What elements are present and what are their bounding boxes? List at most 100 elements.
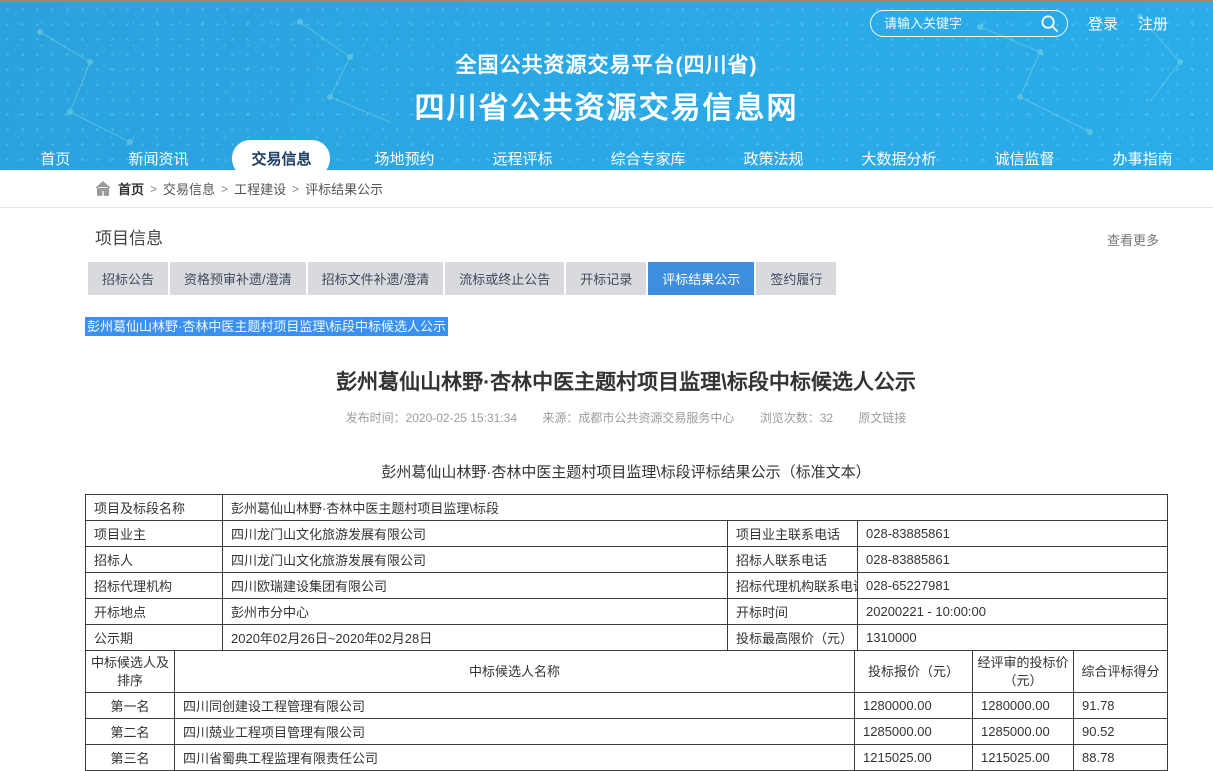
- publish-time: 发布时间：2020-02-25 15:31:34: [346, 411, 517, 425]
- section-header: 项目信息 查看更多: [85, 224, 1167, 249]
- source: 来源：成都市公共资源交易服务中心: [542, 411, 734, 425]
- header-cell-bid: 投标报价（元）: [855, 651, 973, 693]
- nav-item-integrity[interactable]: 诚信监督: [981, 140, 1069, 170]
- info-value-cell: 20200221 - 10:00:00: [858, 599, 1168, 625]
- main-content: 项目信息 查看更多 招标公告 资格预审补遗/澄清 招标文件补遗/澄清 流标或终止…: [85, 224, 1167, 771]
- breadcrumb-separator: >: [292, 182, 299, 196]
- platform-title: 全国公共资源交易平台(四川省): [0, 49, 1213, 79]
- info-value-cell: 2020年02月26日~2020年02月28日: [223, 625, 728, 651]
- tab-evaluation-result[interactable]: 评标结果公示: [648, 262, 754, 295]
- nav-item-news[interactable]: 新闻资讯: [114, 140, 202, 170]
- info-value-cell: 1310000: [858, 625, 1168, 651]
- tab-contract-performance[interactable]: 签约履行: [756, 262, 836, 295]
- info-label-cell: 招标人: [86, 547, 223, 573]
- score-cell: 88.78: [1074, 745, 1168, 771]
- candidates-header-row: 中标候选人及排序 中标候选人名称 投标报价（元） 经评审的投标价（元） 综合评标…: [86, 651, 1168, 693]
- candidate-row: 第二名 四川兢业工程项目管理有限公司 1285000.00 1285000.00…: [86, 719, 1168, 745]
- info-label-cell: 项目及标段名称: [86, 495, 223, 521]
- nav-item-home[interactable]: 首页: [26, 140, 84, 170]
- rank-cell: 第三名: [86, 745, 175, 771]
- header-cell-score: 综合评标得分: [1074, 651, 1168, 693]
- view-more-link[interactable]: 查看更多: [1107, 230, 1159, 249]
- register-link[interactable]: 注册: [1138, 13, 1168, 34]
- site-header: 登录 注册 全国公共资源交易平台(四川省) 四川省公共资源交易信息网 首页 新闻…: [0, 2, 1213, 170]
- tab-bid-opening-record[interactable]: 开标记录: [566, 262, 646, 295]
- info-label-cell: 公示期: [86, 625, 223, 651]
- info-value-cell: 028-83885861: [858, 521, 1168, 547]
- result-table-title: 彭州葛仙山林野·杏林中医主题村项目监理\标段评标结果公示（标准文本）: [85, 461, 1167, 482]
- breadcrumb-item-construction[interactable]: 工程建设: [234, 179, 286, 198]
- search-box: [870, 10, 1068, 37]
- table-row: 招标代理机构 四川欧瑞建设集团有限公司 招标代理机构联系电话 028-65227…: [86, 573, 1168, 599]
- candidates-table: 中标候选人及排序 中标候选人名称 投标报价（元） 经评审的投标价（元） 综合评标…: [85, 650, 1168, 771]
- info-label-cell: 招标代理机构: [86, 573, 223, 599]
- breadcrumb-separator: >: [221, 182, 228, 196]
- project-info-table: 项目及标段名称 彭州葛仙山林野·杏林中医主题村项目监理\标段 项目业主 四川龙门…: [85, 494, 1168, 651]
- info-value-cell: 四川龙门山文化旅游发展有限公司: [223, 521, 728, 547]
- candidate-name-cell: 四川兢业工程项目管理有限公司: [175, 719, 855, 745]
- header-cell-reviewed-bid: 经评审的投标价（元）: [973, 651, 1074, 693]
- tab-bid-announcement[interactable]: 招标公告: [88, 262, 168, 295]
- article-title: 彭州葛仙山林野·杏林中医主题村项目监理\标段中标候选人公示: [85, 366, 1167, 396]
- table-row: 项目及标段名称 彭州葛仙山林野·杏林中医主题村项目监理\标段: [86, 495, 1168, 521]
- nav-item-trade-info[interactable]: 交易信息: [232, 140, 330, 170]
- table-row: 项目业主 四川龙门山文化旅游发展有限公司 项目业主联系电话 028-838858…: [86, 521, 1168, 547]
- info-value-cell: 彭州市分中心: [223, 599, 728, 625]
- topbar: 登录 注册: [870, 10, 1168, 37]
- score-cell: 90.52: [1074, 719, 1168, 745]
- original-link[interactable]: 原文链接: [858, 411, 906, 425]
- info-value-cell: 四川龙门山文化旅游发展有限公司: [223, 547, 728, 573]
- rank-cell: 第一名: [86, 693, 175, 719]
- table-row: 招标人 四川龙门山文化旅游发展有限公司 招标人联系电话 028-83885861: [86, 547, 1168, 573]
- candidate-name-cell: 四川同创建设工程管理有限公司: [175, 693, 855, 719]
- info-label-cell: 开标地点: [86, 599, 223, 625]
- home-icon[interactable]: [95, 181, 111, 196]
- search-input[interactable]: [870, 10, 1068, 37]
- candidate-row: 第一名 四川同创建设工程管理有限公司 1280000.00 1280000.00…: [86, 693, 1168, 719]
- bid-cell: 1280000.00: [855, 693, 973, 719]
- tab-prequalification-addendum[interactable]: 资格预审补遗/澄清: [170, 262, 306, 295]
- selected-result-link[interactable]: 彭州葛仙山林野·杏林中医主题村项目监理\标段中标候选人公示: [85, 317, 448, 336]
- nav-item-big-data[interactable]: 大数据分析: [848, 140, 951, 170]
- nav-item-policies[interactable]: 政策法规: [730, 140, 818, 170]
- header-cell-rank: 中标候选人及排序: [86, 651, 175, 693]
- info-label-cell: 招标人联系电话: [728, 547, 858, 573]
- score-cell: 91.78: [1074, 693, 1168, 719]
- rank-cell: 第二名: [86, 719, 175, 745]
- table-row: 公示期 2020年02月26日~2020年02月28日 投标最高限价（元） 13…: [86, 625, 1168, 651]
- reviewed-bid-cell: 1215025.00: [973, 745, 1074, 771]
- info-label-cell: 项目业主: [86, 521, 223, 547]
- tab-failed-terminated[interactable]: 流标或终止公告: [445, 262, 564, 295]
- site-title: 四川省公共资源交易信息网: [0, 83, 1213, 127]
- breadcrumb-separator: >: [150, 182, 157, 196]
- breadcrumb-item-result-announcement[interactable]: 评标结果公示: [305, 179, 383, 198]
- section-title: 项目信息: [95, 224, 163, 249]
- nav-item-expert-library[interactable]: 综合专家库: [597, 140, 700, 170]
- nav-item-venue-booking[interactable]: 场地预约: [360, 140, 448, 170]
- breadcrumb: 首页 > 交易信息 > 工程建设 > 评标结果公示: [0, 170, 1213, 208]
- breadcrumb-item-home[interactable]: 首页: [118, 179, 144, 198]
- tab-bid-document-addendum[interactable]: 招标文件补遗/澄清: [308, 262, 444, 295]
- info-label-cell: 招标代理机构联系电话: [728, 573, 858, 599]
- info-value-cell: 028-83885861: [858, 547, 1168, 573]
- search-icon[interactable]: [1040, 14, 1059, 33]
- info-label-cell: 投标最高限价（元）: [728, 625, 858, 651]
- info-label-cell: 开标时间: [728, 599, 858, 625]
- info-value-cell: 彭州葛仙山林野·杏林中医主题村项目监理\标段: [223, 495, 1168, 521]
- login-link[interactable]: 登录: [1088, 13, 1118, 34]
- result-list-item: 彭州葛仙山林野·杏林中医主题村项目监理\标段中标候选人公示: [85, 316, 1167, 335]
- article-meta: 发布时间：2020-02-25 15:31:34 来源：成都市公共资源交易服务中…: [85, 409, 1167, 426]
- reviewed-bid-cell: 1280000.00: [973, 693, 1074, 719]
- bid-cell: 1215025.00: [855, 745, 973, 771]
- view-count: 浏览次数：32: [760, 411, 833, 425]
- candidate-name-cell: 四川省蜀典工程监理有限责任公司: [175, 745, 855, 771]
- info-value-cell: 四川欧瑞建设集团有限公司: [223, 573, 728, 599]
- breadcrumb-item-trade-info[interactable]: 交易信息: [163, 179, 215, 198]
- info-label-cell: 项目业主联系电话: [728, 521, 858, 547]
- nav-item-remote-evaluation[interactable]: 远程评标: [478, 140, 566, 170]
- nav-item-guide[interactable]: 办事指南: [1099, 140, 1187, 170]
- header-cell-name: 中标候选人名称: [175, 651, 855, 693]
- candidate-row: 第三名 四川省蜀典工程监理有限责任公司 1215025.00 1215025.0…: [86, 745, 1168, 771]
- table-row: 开标地点 彭州市分中心 开标时间 20200221 - 10:00:00: [86, 599, 1168, 625]
- bid-cell: 1285000.00: [855, 719, 973, 745]
